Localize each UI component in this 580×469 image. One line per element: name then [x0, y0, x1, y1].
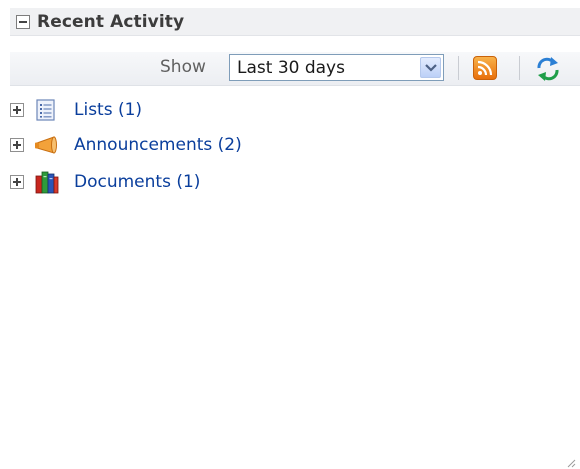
tree-item-label[interactable]: Documents (1): [74, 172, 200, 192]
tree-item-label[interactable]: Lists (1): [74, 100, 142, 120]
collapse-toggle-icon[interactable]: [16, 14, 30, 29]
rss-feed-icon[interactable]: [473, 56, 497, 80]
toolbar-divider: [519, 56, 520, 80]
panel-header: Recent Activity: [10, 8, 580, 36]
panel-title: Recent Activity: [37, 11, 185, 32]
date-range-value: Last 30 days: [237, 58, 345, 78]
books-icon: [34, 170, 60, 194]
list-icon: [34, 98, 60, 122]
refresh-icon[interactable]: [534, 55, 562, 83]
tree-item-announcements: Announcements (2): [10, 131, 510, 159]
tree-item-label[interactable]: Announcements (2): [74, 135, 242, 155]
resize-grip-icon[interactable]: [566, 453, 576, 468]
chevron-down-icon[interactable]: [420, 57, 441, 78]
tree-item-documents: Documents (1): [10, 168, 510, 196]
tree-item-lists: Lists (1): [10, 96, 510, 124]
recent-activity-panel: Recent Activity Show Last 30 days Lists …: [0, 0, 580, 469]
expand-icon[interactable]: [10, 138, 24, 152]
expand-icon[interactable]: [10, 103, 24, 117]
date-range-select[interactable]: Last 30 days: [229, 54, 444, 81]
megaphone-icon: [34, 133, 60, 157]
toolbar-divider: [458, 56, 459, 80]
expand-icon[interactable]: [10, 175, 24, 189]
show-label: Show: [160, 57, 206, 77]
toolbar: Show Last 30 days: [10, 52, 580, 86]
